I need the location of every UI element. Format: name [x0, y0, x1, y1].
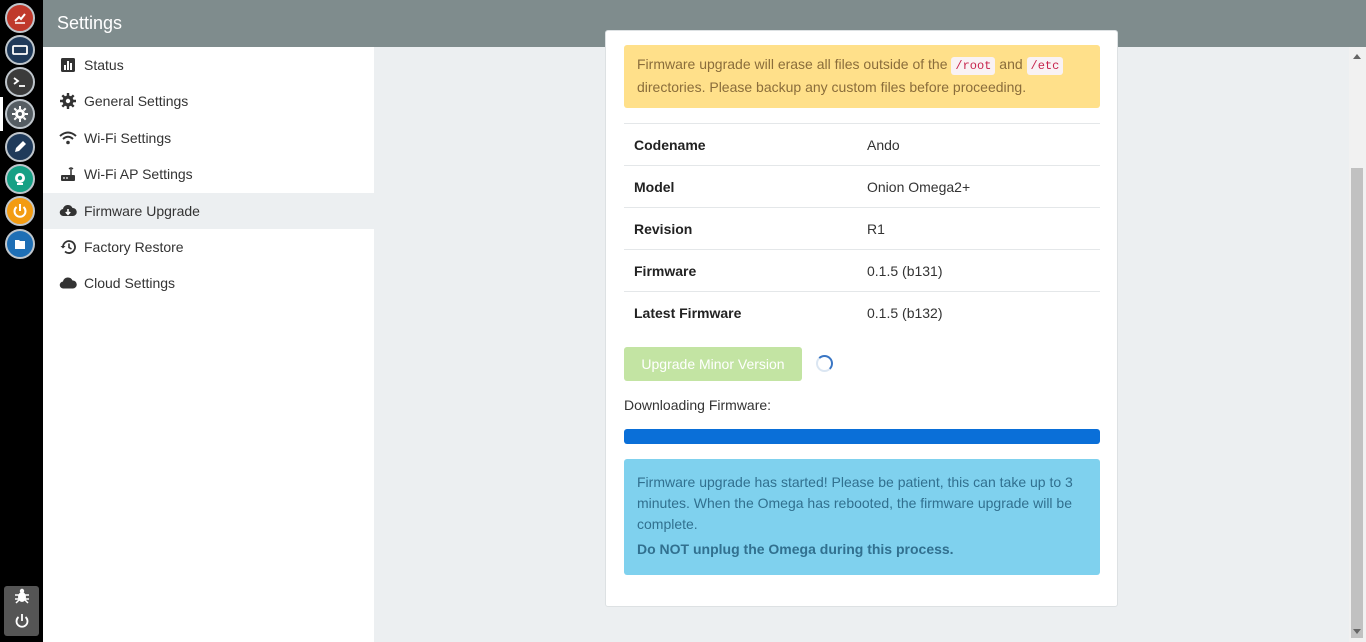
warning-and: and — [999, 56, 1023, 72]
download-progress-bar — [624, 429, 1100, 444]
cloud-icon — [59, 277, 77, 289]
row-key: Model — [634, 178, 675, 195]
warning-text-before: Firmware upgrade will erase all files ou… — [637, 56, 948, 72]
root-dir-code: /root — [951, 57, 996, 75]
sidebar-item-label: Wi-Fi Settings — [84, 130, 172, 146]
table-row: Latest Firmware 0.1.5 (b132) — [624, 291, 1100, 333]
alert-warning: Do NOT unplug the Omega during this proc… — [637, 541, 954, 557]
app-dock — [0, 0, 43, 642]
row-value: Onion Omega2+ — [867, 178, 971, 195]
upgrade-started-alert: Firmware upgrade has started! Please be … — [624, 459, 1100, 575]
sidebar-item-label: General Settings — [84, 93, 189, 109]
sidebar-item-label: Firmware Upgrade — [84, 203, 200, 219]
bug-icon[interactable] — [13, 587, 31, 610]
files-icon[interactable] — [5, 229, 35, 259]
upgrade-minor-version-button[interactable]: Upgrade Minor Version — [624, 347, 802, 381]
sidebar-item-label: Wi-Fi AP Settings — [84, 166, 193, 182]
bar-chart-icon — [61, 58, 75, 72]
row-value: Ando — [867, 136, 900, 153]
sidebar-item-factory-restore[interactable]: Factory Restore — [43, 229, 374, 265]
settings-sidebar: Status General Settings Wi-Fi Settings W… — [43, 47, 374, 642]
history-icon — [60, 240, 76, 254]
erase-warning: Firmware upgrade will erase all files ou… — [624, 45, 1100, 108]
firmware-upgrade-card: Firmware upgrade will erase all files ou… — [605, 30, 1118, 607]
sidebar-item-label: Factory Restore — [84, 239, 184, 255]
table-row: Firmware 0.1.5 (b131) — [624, 249, 1100, 291]
row-value: 0.1.5 (b131) — [867, 262, 943, 279]
power-icon[interactable] — [5, 196, 35, 226]
sidebar-item-firmware-upgrade[interactable]: Firmware Upgrade — [43, 193, 374, 229]
loading-spinner-icon — [816, 355, 833, 372]
warning-text-after: directories. Please backup any custom fi… — [637, 79, 1027, 95]
settings-icon[interactable] — [5, 99, 35, 129]
window-icon[interactable] — [5, 35, 35, 65]
download-progress-fill — [624, 429, 1100, 444]
editor-icon[interactable] — [5, 132, 35, 162]
sidebar-item-label: Cloud Settings — [84, 275, 176, 291]
etc-dir-code: /etc — [1026, 57, 1064, 75]
table-row: Model Onion Omega2+ — [624, 165, 1100, 207]
alert-message: Firmware upgrade has started! Please be … — [637, 474, 1073, 532]
gear-icon — [60, 93, 76, 109]
sidebar-item-wifi-ap-settings[interactable]: Wi-Fi AP Settings — [43, 156, 374, 192]
sidebar-item-general-settings[interactable]: General Settings — [43, 83, 374, 119]
sidebar-item-label: Status — [84, 57, 124, 73]
wifi-icon — [59, 131, 77, 145]
row-value: 0.1.5 (b132) — [867, 304, 943, 321]
scroll-up-arrow-icon[interactable] — [1353, 54, 1361, 59]
router-icon — [61, 167, 75, 181]
sidebar-item-wifi-settings[interactable]: Wi-Fi Settings — [43, 120, 374, 156]
sidebar-item-status[interactable]: Status — [43, 47, 374, 83]
scroll-thumb[interactable] — [1351, 168, 1363, 638]
cloud-download-icon — [59, 204, 77, 217]
row-key: Firmware — [634, 262, 697, 279]
table-row: Revision R1 — [624, 207, 1100, 249]
table-row: Codename Ando — [624, 123, 1100, 165]
row-key: Codename — [634, 136, 706, 153]
dock-active-indicator — [0, 97, 3, 131]
onion-app-icon[interactable] — [5, 3, 35, 33]
download-status-label: Downloading Firmware: — [624, 397, 772, 413]
sidebar-item-cloud-settings[interactable]: Cloud Settings — [43, 265, 374, 301]
dock-bottom-panel — [4, 586, 39, 636]
webcam-icon[interactable] — [5, 164, 35, 194]
row-key: Latest Firmware — [634, 304, 742, 321]
page-scrollbar[interactable] — [1349, 47, 1366, 642]
page-title: Settings — [57, 13, 123, 33]
device-info-table: Codename Ando Model Onion Omega2+ Revisi… — [624, 123, 1100, 333]
scroll-down-arrow-icon[interactable] — [1353, 629, 1361, 634]
shutdown-icon[interactable] — [13, 612, 31, 635]
row-value: R1 — [867, 220, 885, 237]
terminal-icon[interactable] — [5, 67, 35, 97]
row-key: Revision — [634, 220, 693, 237]
